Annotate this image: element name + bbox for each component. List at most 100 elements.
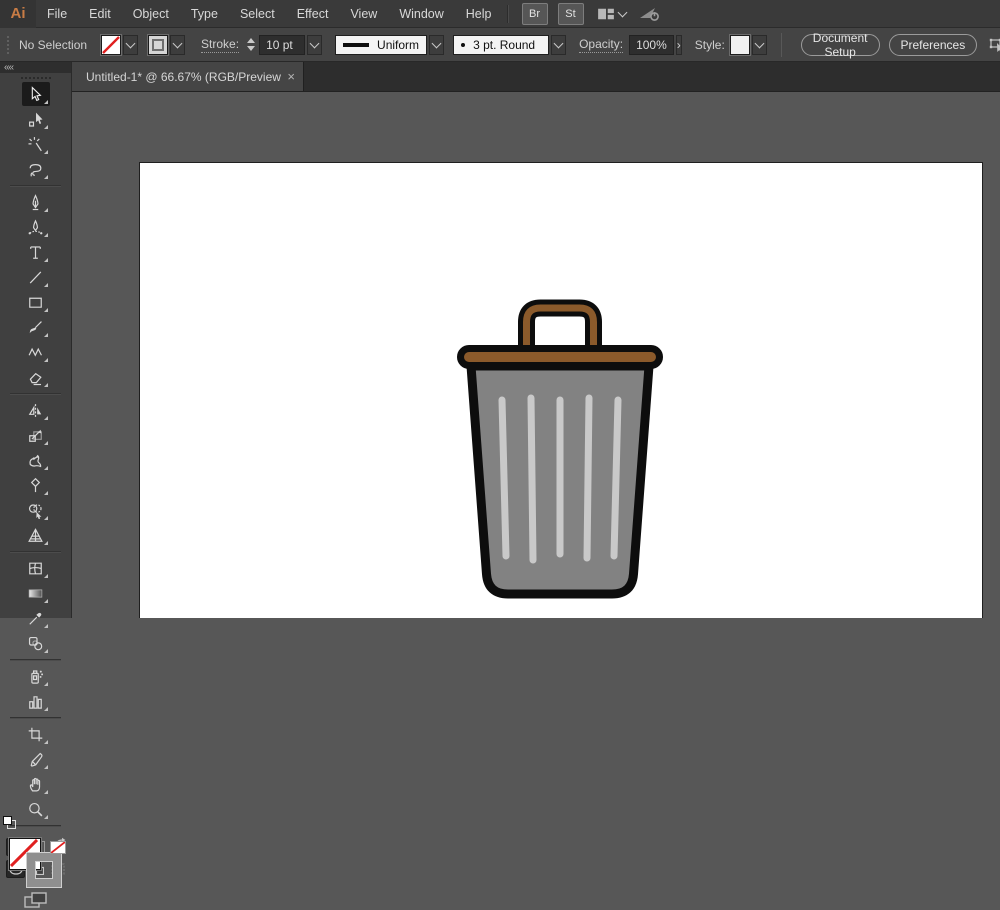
close-tab-button[interactable]: × <box>287 69 295 84</box>
blend-tool[interactable] <box>22 631 50 655</box>
stroke-weight-field[interactable]: 10 pt <box>259 35 305 55</box>
stroke-weight-stepper[interactable] <box>247 38 255 51</box>
symbol-sprayer-tool[interactable] <box>22 664 50 688</box>
shaper-icon <box>27 344 44 361</box>
shape-builder-tool[interactable] <box>22 498 50 522</box>
direct-selection-tool[interactable] <box>22 107 50 131</box>
menubar-items: FileEditObjectTypeSelectEffectViewWindow… <box>36 0 503 27</box>
width-profile-control: Uniform <box>335 35 444 55</box>
stroke-dropdown[interactable] <box>170 35 185 55</box>
perspective-grid-icon <box>27 527 44 544</box>
panel-drag-grip[interactable] <box>21 77 51 79</box>
puppet-warp-tool[interactable] <box>22 448 50 472</box>
style-control <box>730 35 767 55</box>
style-dropdown[interactable] <box>752 35 767 55</box>
curvature-tool[interactable] <box>22 215 50 239</box>
brush-definition-value: 3 pt. Round <box>473 38 535 52</box>
change-screen-mode-button[interactable] <box>23 890 49 910</box>
scale-tool[interactable] <box>22 423 50 447</box>
selection-tool[interactable] <box>22 82 50 106</box>
stroke-color-control[interactable] <box>148 35 185 55</box>
opacity-options-button[interactable]: › <box>676 35 682 55</box>
default-fill-icon <box>3 816 12 825</box>
perspective-grid-tool[interactable] <box>22 523 50 547</box>
brush-definition-field[interactable]: 3 pt. Round <box>453 35 549 55</box>
stroke-swatch[interactable] <box>148 35 168 55</box>
menu-select[interactable]: Select <box>229 0 286 28</box>
collapse-panel-button[interactable]: «« <box>0 62 71 73</box>
paintbrush-tool[interactable] <box>22 315 50 339</box>
rectangle-icon <box>27 294 44 311</box>
workspace-switcher[interactable] <box>597 7 630 21</box>
column-graph-tool[interactable] <box>22 689 50 713</box>
stock-button-label: St <box>565 8 575 20</box>
width-profile-field[interactable]: Uniform <box>335 35 427 55</box>
stroke-weight-dropdown[interactable] <box>307 35 322 55</box>
stroke-indicator[interactable] <box>27 853 61 887</box>
magic-wand-tool[interactable] <box>22 132 50 156</box>
app-logo-text: Ai <box>11 5 26 22</box>
shaper-tool[interactable] <box>22 340 50 364</box>
brush-definition-dropdown[interactable] <box>551 35 566 55</box>
chevron-down-icon <box>432 39 442 49</box>
toolbar-separator <box>10 717 61 719</box>
menu-help[interactable]: Help <box>455 0 503 28</box>
artboard-tool[interactable] <box>22 722 50 746</box>
selection-status: No Selection <box>19 38 87 52</box>
trash-can-artwork[interactable] <box>440 288 680 610</box>
menu-view[interactable]: View <box>339 0 388 28</box>
hand-tool[interactable] <box>22 772 50 796</box>
menu-effect[interactable]: Effect <box>286 0 340 28</box>
screen-mode-icon <box>23 890 49 910</box>
gradient-icon <box>27 585 44 602</box>
rectangle-tool[interactable] <box>22 290 50 314</box>
eyedropper-tool[interactable] <box>22 606 50 630</box>
menu-type[interactable]: Type <box>180 0 229 28</box>
lasso-tool[interactable] <box>22 157 50 181</box>
width-profile-dropdown[interactable] <box>429 35 444 55</box>
control-bar-grip[interactable] <box>7 36 9 54</box>
menu-window[interactable]: Window <box>388 0 454 28</box>
stroke-ring-icon <box>152 39 164 51</box>
style-swatch[interactable] <box>730 35 750 55</box>
preferences-button[interactable]: Preferences <box>889 34 978 56</box>
menu-file[interactable]: File <box>36 0 78 28</box>
tool-grid <box>0 80 71 832</box>
stock-button[interactable]: St <box>558 3 584 25</box>
fill-dropdown[interactable] <box>123 35 138 55</box>
document-area: Untitled-1* @ 66.67% (RGB/Preview) × <box>72 62 1000 618</box>
menu-edit[interactable]: Edit <box>78 0 122 28</box>
type-tool[interactable] <box>22 240 50 264</box>
canvas[interactable] <box>72 92 1000 618</box>
opacity-field[interactable]: 100% <box>629 35 674 55</box>
select-similar-control[interactable] <box>989 37 1000 53</box>
reflect-tool[interactable] <box>22 398 50 422</box>
fill-none-swatch[interactable] <box>101 35 121 55</box>
slice-tool[interactable] <box>22 747 50 771</box>
tools-panel: «« <box>0 62 72 618</box>
eraser-tool[interactable] <box>22 365 50 389</box>
free-transform-tool[interactable] <box>22 473 50 497</box>
paintbrush-icon <box>27 319 44 336</box>
default-fill-stroke-button[interactable] <box>3 816 17 830</box>
document-setup-button[interactable]: Document Setup <box>801 34 880 56</box>
none-button[interactable] <box>48 838 67 856</box>
zoom-tool[interactable] <box>22 797 50 821</box>
pen-icon <box>27 194 44 211</box>
bridge-button[interactable]: Br <box>522 3 548 25</box>
line-segment-tool[interactable] <box>22 265 50 289</box>
opacity-value: 100% <box>636 38 667 52</box>
slice-icon <box>27 751 44 768</box>
opacity-label[interactable]: Opacity: <box>579 37 623 53</box>
brush-definition-control: 3 pt. Round <box>453 35 566 55</box>
stepper-up-icon <box>247 38 255 43</box>
mesh-tool[interactable] <box>22 556 50 580</box>
stroke-weight-label[interactable]: Stroke: <box>201 37 239 53</box>
scale-icon <box>27 427 44 444</box>
gpu-performance-button[interactable] <box>638 5 662 22</box>
pen-tool[interactable] <box>22 190 50 214</box>
document-tab[interactable]: Untitled-1* @ 66.67% (RGB/Preview) × <box>72 62 304 91</box>
gradient-tool[interactable] <box>22 581 50 605</box>
fill-color-control[interactable] <box>101 35 138 55</box>
menu-object[interactable]: Object <box>122 0 180 28</box>
